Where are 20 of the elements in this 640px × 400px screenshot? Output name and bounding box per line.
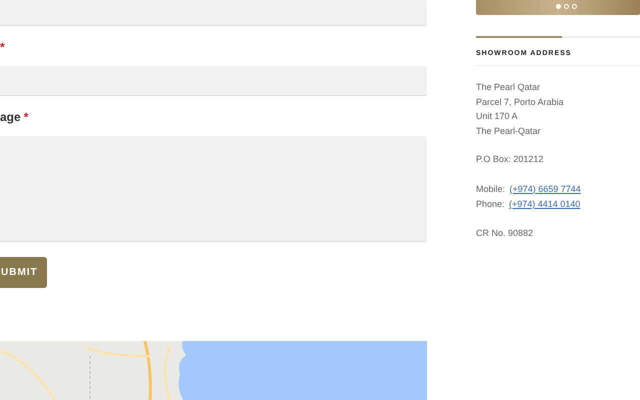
slider-dot[interactable] xyxy=(564,4,569,9)
required-asterisk: * xyxy=(0,40,5,54)
phone-link[interactable]: (+974) 6659 7744 xyxy=(509,184,581,194)
cr-number-text: CR No. 90882 xyxy=(476,226,534,240)
address-line: Unit 170 A xyxy=(476,110,519,123)
field-label: age xyxy=(0,110,21,124)
submit-button[interactable]: UBMIT xyxy=(0,257,47,288)
slider-dot[interactable] xyxy=(556,4,561,9)
address-line: The Pearl Qatar xyxy=(476,81,542,94)
message-field[interactable] xyxy=(0,136,427,242)
contact-label: Phone: xyxy=(476,199,505,209)
contact-label: Mobile: xyxy=(476,184,506,194)
address-line: Parcel 7, Porto Arabia xyxy=(476,96,565,108)
address-line: The Pearl-Qatar xyxy=(476,124,542,138)
input-field[interactable] xyxy=(0,66,427,96)
required-asterisk: * xyxy=(24,110,28,124)
slider-dot[interactable] xyxy=(572,4,577,9)
po-box-text: P.O Box: 201212 xyxy=(476,153,544,166)
input-field[interactable] xyxy=(0,0,427,26)
phone-link[interactable]: (+974) 4414 0140 xyxy=(508,199,580,209)
